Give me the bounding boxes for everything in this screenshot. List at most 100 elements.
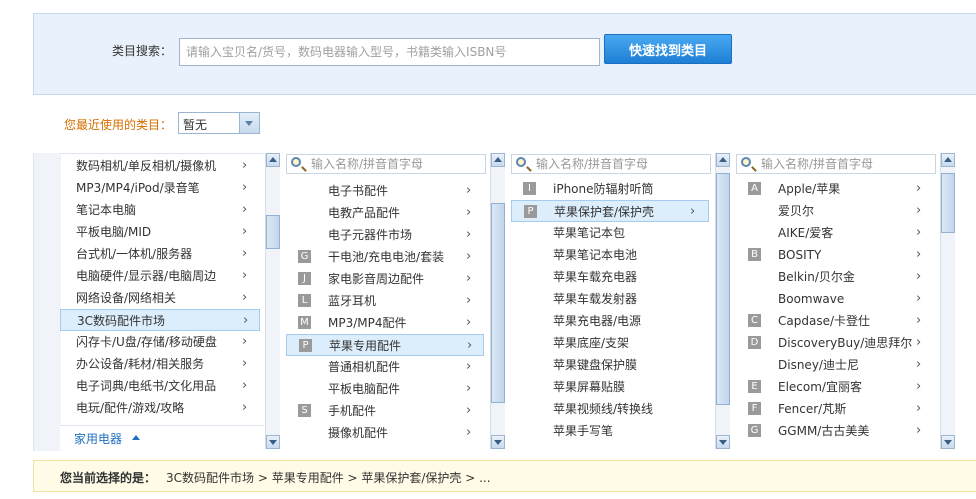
list-item[interactable]: E Elecom/宜丽客 › — [736, 376, 932, 398]
list-item[interactable]: 数码相机/单反相机/摄像机 › — [60, 155, 260, 177]
recent-categories-select[interactable]: 暂无 — [178, 112, 260, 134]
column3-scrollbar[interactable] — [715, 153, 730, 449]
index-letter-badge: P — [524, 205, 537, 218]
column3-filter[interactable] — [511, 154, 711, 174]
home-appliance-link[interactable]: 家用电器 — [74, 430, 122, 447]
list-item[interactable]: 平板电脑/MID › — [60, 221, 260, 243]
column4-filter[interactable] — [736, 154, 936, 174]
quick-find-button[interactable]: 快速找到类目 — [604, 34, 732, 64]
list-item[interactable]: 苹果键盘保护膜 — [511, 354, 709, 376]
list-item-label: 苹果充电器/电源 — [553, 314, 642, 328]
category-column-level3: IiPhone防辐射听筒 P 苹果保护套/保护壳 › 苹果笔记本包 苹果笔记本电池 苹果车载… — [511, 178, 711, 451]
scroll-up-icon[interactable] — [491, 153, 505, 167]
list-item[interactable]: 苹果笔记本包 — [511, 222, 709, 244]
list-item[interactable]: 电子书配件 › — [286, 180, 484, 202]
list-item-label: 办公设备/耗材/相关服务 — [76, 357, 205, 371]
list-item[interactable]: L 蓝牙耳机 › — [286, 290, 484, 312]
chevron-right-icon: › — [466, 315, 472, 330]
list-item[interactable]: 苹果屏幕贴膜 — [511, 376, 709, 398]
list-item[interactable]: 苹果笔记本电池 — [511, 244, 709, 266]
column3-scroll-thumb[interactable] — [716, 173, 730, 405]
list-item-label: DiscoveryBuy/迪思拜尔 — [778, 336, 913, 350]
column1-scrollbar[interactable] — [265, 153, 280, 449]
list-item[interactable]: 电子词典/电纸书/文化用品 › — [60, 375, 260, 397]
list-item-label: 苹果手写笔 — [553, 424, 614, 438]
list-item[interactable]: 普通相机配件 › — [286, 356, 484, 378]
dropdown-arrow-icon[interactable] — [239, 113, 259, 133]
list-item[interactable]: 电子元器件市场 › — [286, 224, 484, 246]
list-item[interactable]: IiPhone防辐射听筒 — [511, 178, 709, 200]
chevron-right-icon: › — [242, 180, 248, 195]
list-item[interactable]: 苹果充电器/电源 — [511, 310, 709, 332]
list-item[interactable]: 爱贝尔 › — [736, 200, 932, 222]
list-item[interactable]: F Fencer/芃斯 › — [736, 398, 932, 420]
scroll-up-icon[interactable] — [266, 153, 280, 167]
search-icon — [291, 157, 301, 167]
list-item[interactable]: 摄像机配件 › — [286, 422, 484, 444]
scroll-down-icon[interactable] — [941, 435, 955, 449]
list-item-label: Boomwave — [778, 292, 845, 306]
column3-filter-input[interactable] — [536, 156, 686, 172]
column1-scroll-thumb[interactable] — [266, 215, 280, 249]
list-item[interactable]: 苹果视频线/转换线 — [511, 398, 709, 420]
list-item-label: 蓝牙耳机 — [328, 294, 377, 308]
list-item-label: 苹果车载发射器 — [553, 292, 638, 306]
list-item[interactable]: 电玩/配件/游戏/攻略 › — [60, 397, 260, 419]
scroll-down-icon[interactable] — [491, 435, 505, 449]
chevron-right-icon: › — [242, 378, 248, 393]
list-item[interactable]: S 手机配件 › — [286, 400, 484, 422]
list-item[interactable]: 苹果手写笔 — [511, 420, 709, 442]
list-item[interactable]: Disney/迪士尼 › — [736, 354, 932, 376]
list-item[interactable]: D DiscoveryBuy/迪思拜尔 › — [736, 332, 932, 354]
list-item[interactable]: 台式机/一体机/服务器 › — [60, 243, 260, 265]
scroll-up-icon[interactable] — [941, 153, 955, 167]
list-item[interactable]: 闪存卡/U盘/存储/移动硬盘 › — [60, 331, 260, 353]
list-item[interactable]: 办公设备/耗材/相关服务 › — [60, 353, 260, 375]
list-item-label: 爱贝尔 — [778, 204, 815, 218]
list-item[interactable]: J 家电影音周边配件 › — [286, 268, 484, 290]
category-search-input[interactable] — [179, 38, 600, 66]
list-item[interactable]: 苹果车载发射器 — [511, 288, 709, 310]
column2-scrollbar[interactable] — [490, 153, 505, 449]
list-item[interactable]: Belkin/贝尔金 › — [736, 266, 932, 288]
list-item[interactable]: P 苹果保护套/保护壳 › — [511, 200, 709, 222]
column4-scroll-thumb[interactable] — [941, 173, 955, 233]
recent-categories-label: 您最近使用的类目： — [64, 118, 173, 132]
recent-categories-value: 暂无 — [183, 118, 208, 132]
list-item[interactable]: MP3/MP4/iPod/录音笔 › — [60, 177, 260, 199]
list-item[interactable]: G GGMM/古古美美 › — [736, 420, 932, 442]
current-selection-label: 您当前选择的是： — [60, 471, 157, 485]
list-item[interactable]: A Apple/苹果 › — [736, 178, 932, 200]
caret-up-icon[interactable] — [132, 435, 140, 440]
chevron-right-icon: › — [466, 249, 472, 264]
list-item[interactable]: 网络设备/网络相关 › — [60, 287, 260, 309]
list-item[interactable]: Boomwave › — [736, 288, 932, 310]
list-item[interactable]: 平板电脑配件 › — [286, 378, 484, 400]
list-item-label: GGMM/古古美美 — [778, 424, 870, 438]
column4-scrollbar[interactable] — [940, 153, 955, 449]
list-item[interactable]: P 苹果专用配件 › — [286, 334, 484, 356]
list-item[interactable]: 电教产品配件 › — [286, 202, 484, 224]
scroll-down-icon[interactable] — [266, 435, 280, 449]
list-item[interactable]: 笔记本电脑 › — [60, 199, 260, 221]
column4-filter-input[interactable] — [761, 156, 911, 172]
scroll-up-icon[interactable] — [716, 153, 730, 167]
list-item[interactable]: 苹果底座/支架 — [511, 332, 709, 354]
list-item[interactable]: C Capdase/卡登仕 › — [736, 310, 932, 332]
list-item[interactable]: 苹果车载充电器 — [511, 266, 709, 288]
list-item[interactable]: M MP3/MP4配件 › — [286, 312, 484, 334]
list-item-label: AIKE/爱客 — [778, 226, 834, 240]
current-selection-path: 3C数码配件市场 > 苹果专用配件 > 苹果保护套/保护壳 > ... — [166, 471, 491, 485]
list-item-label: 平板电脑配件 — [328, 382, 401, 396]
chevron-right-icon: › — [916, 225, 922, 240]
list-item[interactable]: 3C数码配件市场 › — [60, 309, 260, 331]
list-item[interactable]: 电脑硬件/显示器/电脑周边 › — [60, 265, 260, 287]
list-item[interactable]: AIKE/爱客 › — [736, 222, 932, 244]
column2-scroll-thumb[interactable] — [491, 203, 505, 403]
list-item[interactable]: G 干电池/充电电池/套装 › — [286, 246, 484, 268]
column2-filter-input[interactable] — [311, 156, 461, 172]
list-item[interactable]: B BOSITY › — [736, 244, 932, 266]
chevron-right-icon: › — [242, 202, 248, 217]
scroll-down-icon[interactable] — [716, 435, 730, 449]
column2-filter[interactable] — [286, 154, 486, 174]
